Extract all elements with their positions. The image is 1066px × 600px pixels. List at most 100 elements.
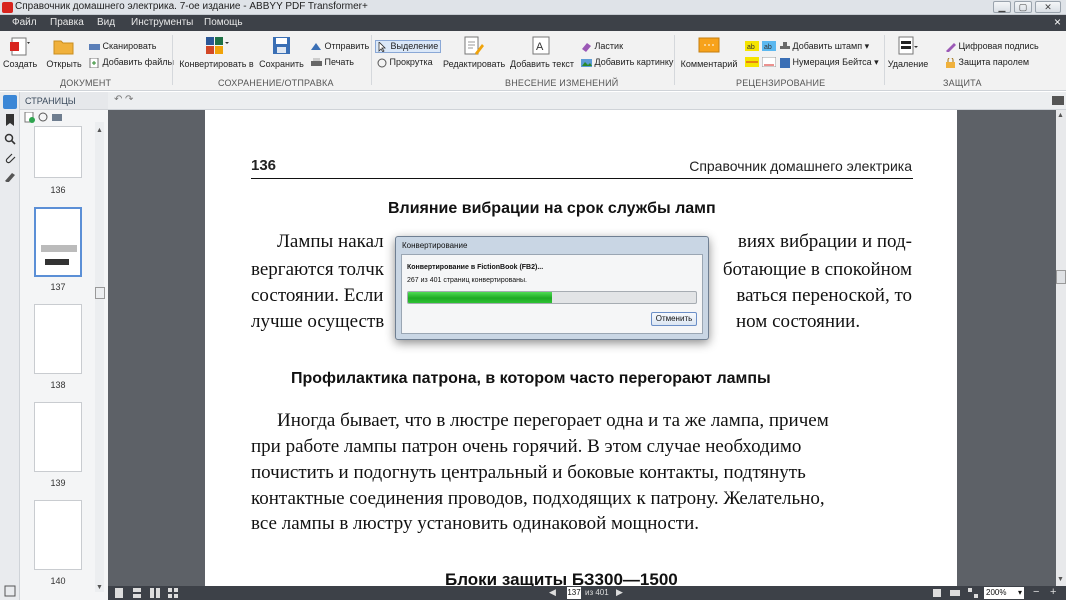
bates-numbering-button[interactable]: Нумерация Бейтса ▾ <box>780 57 879 68</box>
menu-help[interactable]: Помощь <box>204 17 243 28</box>
open-button[interactable]: Открыть <box>44 36 84 69</box>
page-options-icon[interactable] <box>52 112 63 123</box>
delete-button[interactable]: Удаление <box>885 36 931 69</box>
scan-button[interactable]: Сканировать <box>89 41 156 52</box>
menu-tools[interactable]: Инструменты <box>131 17 193 28</box>
group-label-document: ДОКУМЕНТ <box>60 78 112 88</box>
single-page-view-icon[interactable] <box>114 588 124 598</box>
eraser-button[interactable]: Ластик <box>581 41 623 52</box>
zoom-in-icon[interactable]: + <box>1050 586 1056 598</box>
paragraph-line: вергаются толчк <box>251 259 384 280</box>
underline-tool-icon[interactable]: ab <box>762 41 776 53</box>
thumbnail-label: 138 <box>50 380 66 390</box>
panel-splitter-handle[interactable] <box>95 287 105 299</box>
continuous-view-icon[interactable] <box>132 588 142 598</box>
fit-width-icon[interactable] <box>950 588 960 598</box>
comment-icon <box>698 37 720 53</box>
next-page-icon[interactable]: ▶ <box>616 587 623 598</box>
scroll-up-icon[interactable]: ▲ <box>1057 112 1064 119</box>
insert-text-tool-icon[interactable] <box>761 56 777 69</box>
print-button[interactable]: Печать <box>311 57 354 68</box>
add-picture-button[interactable]: Добавить картинку <box>581 57 673 68</box>
highlight-tool-icon[interactable]: ab <box>745 41 759 53</box>
status-bar: ◀ 137 из 401 ▶ 200% ▾ − + <box>108 586 1066 600</box>
search-icon[interactable] <box>4 133 16 145</box>
add-files-button[interactable]: Добавить файлы <box>89 57 174 68</box>
add-text-button[interactable]: A Добавить текст <box>510 36 574 69</box>
send-button[interactable]: Отправить <box>311 41 369 52</box>
send-icon <box>311 42 321 50</box>
scroll-down-icon[interactable]: ▼ <box>1057 576 1064 583</box>
zoom-select[interactable]: 200% ▾ <box>984 587 1024 599</box>
strikeout-tool-icon[interactable] <box>745 57 759 69</box>
digital-signature-button[interactable]: Цифровая подпись <box>945 41 1039 52</box>
zoom-out-icon[interactable]: − <box>1033 586 1039 598</box>
paragraph-line: Иногда бывает, что в люстре перегорает о… <box>277 410 829 431</box>
close-document-icon[interactable]: × <box>1054 15 1061 29</box>
attachment-icon[interactable] <box>4 152 16 164</box>
hand-tool-button[interactable]: Прокрутка <box>377 57 433 68</box>
fit-page-icon[interactable] <box>932 588 942 598</box>
two-page-continuous-icon[interactable] <box>168 588 178 598</box>
ribbon-separator <box>371 35 372 85</box>
insert-page-icon[interactable] <box>24 112 35 123</box>
thumbnail-label: 139 <box>50 478 66 488</box>
menu-edit[interactable]: Правка <box>50 17 84 28</box>
page-number-input[interactable]: 137 <box>567 587 581 599</box>
page-thumbnail-136[interactable] <box>34 126 82 178</box>
add-stamp-button[interactable]: Добавить штамп ▾ <box>780 41 869 52</box>
maximize-button[interactable]: ▢ <box>1014 1 1032 13</box>
close-button[interactable]: ✕ <box>1035 1 1061 13</box>
dialog-title: Конвертирование <box>402 241 468 250</box>
thumbnail-label: 136 <box>50 185 66 195</box>
scroll-down-icon[interactable]: ▼ <box>96 584 103 591</box>
page-thumbnail-137[interactable] <box>34 207 82 277</box>
cancel-button[interactable]: Отменить <box>651 312 697 326</box>
menu-view[interactable]: Вид <box>97 17 115 28</box>
section-heading: Профилактика патрона, в котором часто пе… <box>291 370 771 387</box>
panel-toggle-icon[interactable] <box>1052 95 1064 106</box>
svg-text:A: A <box>536 41 544 53</box>
paragraph-line: Лампы накал <box>277 231 384 252</box>
group-label-protect: ЗАЩИТА <box>943 78 982 88</box>
chevron-down-icon: ▾ <box>864 41 870 51</box>
pages-scrollbar[interactable]: ▲ ▼ <box>95 122 104 592</box>
previous-page-icon[interactable]: ◀ <box>549 587 556 598</box>
convert-to-button[interactable]: Конвертировать в <box>179 36 254 69</box>
bookmark-icon[interactable] <box>5 114 15 126</box>
paragraph-line: при работе лампы патрон очень горячий. В… <box>251 436 802 457</box>
document-scrollbar[interactable]: ▲ ▼ <box>1056 110 1066 586</box>
panel-options-icon[interactable] <box>4 585 16 597</box>
left-tool-strip <box>0 92 20 600</box>
eraser-icon <box>582 42 591 52</box>
actual-size-icon[interactable] <box>968 588 978 598</box>
hand-icon <box>377 58 387 68</box>
signature-pen-icon[interactable] <box>4 170 16 182</box>
page-thumbnail-138[interactable] <box>34 304 82 374</box>
page-thumbnail-139[interactable] <box>34 402 82 472</box>
page-thumbnail-140[interactable] <box>34 500 82 570</box>
minimize-button[interactable]: ▁ <box>993 1 1011 13</box>
select-tool-button[interactable]: Выделение <box>375 40 442 53</box>
menu-file[interactable]: Файл <box>12 17 37 28</box>
edit-button[interactable]: Редактировать <box>443 36 505 69</box>
save-icon <box>272 37 290 54</box>
scroll-up-icon[interactable]: ▲ <box>96 127 103 134</box>
ribbon: Создать Открыть Сканировать Добавить фай… <box>0 31 1066 91</box>
create-button[interactable]: Создать <box>3 36 37 69</box>
rotate-page-icon[interactable] <box>38 112 49 123</box>
redo-icon[interactable]: ↷ <box>125 94 133 105</box>
comment-button[interactable]: Комментарий <box>678 36 740 69</box>
undo-icon[interactable]: ↶ <box>114 94 122 105</box>
document-page: 136 Справочник домашнего электрика Влиян… <box>205 110 957 589</box>
password-protect-button[interactable]: Защита паролем <box>945 57 1029 68</box>
scroll-thumb[interactable] <box>1056 270 1066 284</box>
stamp-icon <box>780 41 790 49</box>
app-icon <box>2 2 13 13</box>
create-icon <box>10 37 30 56</box>
two-page-view-icon[interactable] <box>150 588 160 598</box>
paragraph-line: ном состоянии. <box>736 311 861 332</box>
paragraph-line: почистить и подогнуть центральный и боко… <box>251 462 806 483</box>
save-button[interactable]: Сохранить <box>259 36 304 69</box>
pages-panel-icon[interactable] <box>3 95 17 109</box>
